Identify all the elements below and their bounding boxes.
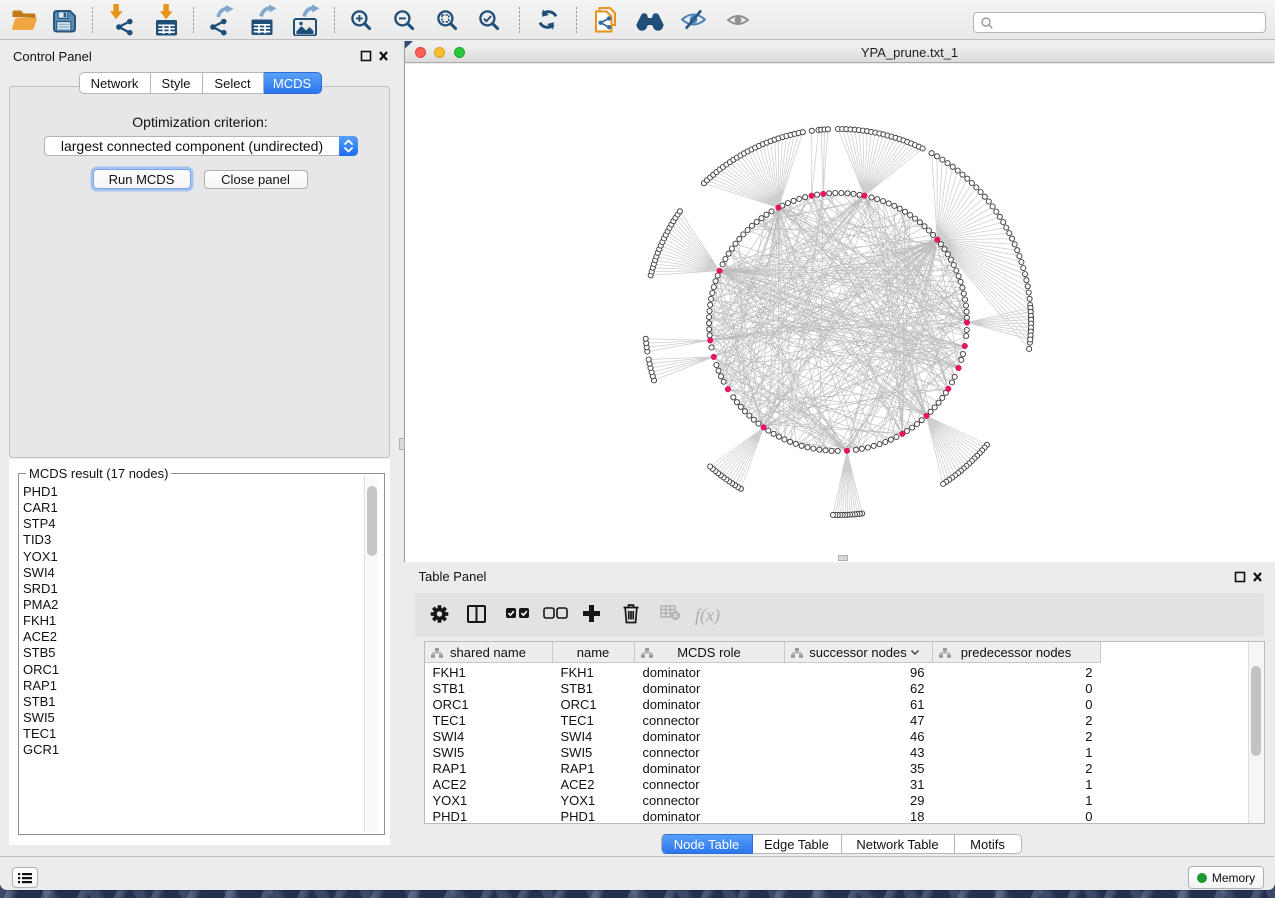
svg-text:f(x): f(x) — [695, 605, 720, 626]
